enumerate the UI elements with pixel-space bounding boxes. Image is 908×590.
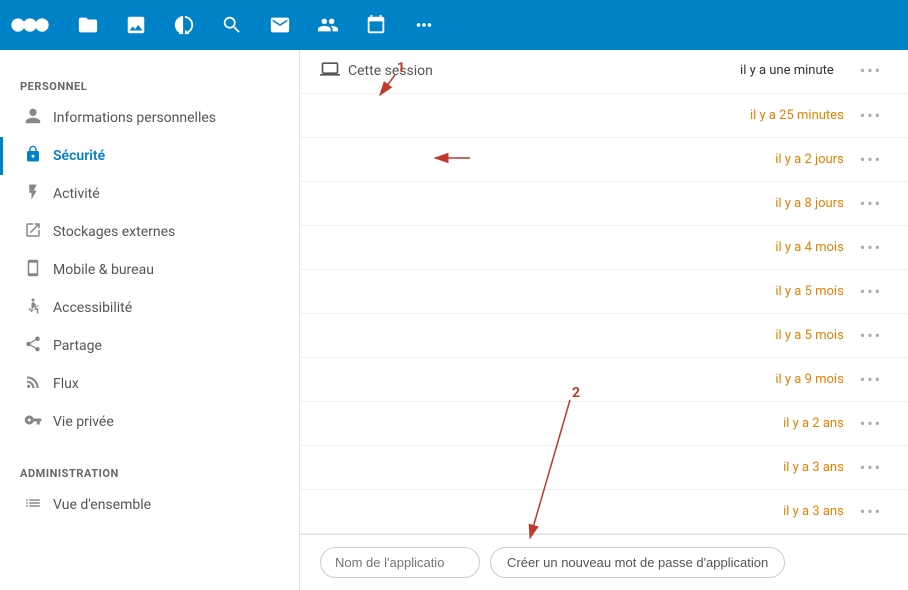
activity-icon[interactable] (164, 5, 204, 45)
sidebar-item-mobile[interactable]: Mobile & bureau (0, 251, 299, 289)
sidebar-label-mobile: Mobile & bureau (53, 262, 154, 278)
app-password-form: Créer un nouveau mot de passe d'applicat… (300, 534, 908, 590)
sidebar: Personnel Informations personnelles Sécu… (0, 50, 300, 590)
more-icon[interactable] (404, 5, 444, 45)
session-row: il y a 2 jours ••• (300, 138, 908, 182)
sidebar-item-activity[interactable]: Activité (0, 175, 299, 213)
lock-icon (23, 145, 43, 167)
session-time-5: il y a 5 mois (775, 284, 843, 299)
session-menu-9[interactable]: ••• (854, 456, 888, 479)
session-time-4: il y a 4 mois (775, 240, 843, 255)
monitor-icon (320, 59, 340, 83)
app-name-input[interactable] (320, 547, 480, 578)
sidebar-label-activity: Activité (53, 186, 100, 202)
session-list: Cette session il y a une minute ••• il y… (300, 50, 908, 534)
session-row: Cette session il y a une minute ••• (300, 50, 908, 94)
session-row: il y a 5 mois ••• (300, 270, 908, 314)
sidebar-item-sharing[interactable]: Partage (0, 327, 299, 365)
session-menu-10[interactable]: ••• (854, 500, 888, 523)
sidebar-label-sharing: Partage (53, 338, 102, 354)
sidebar-item-accessibility[interactable]: Accessibilité (0, 289, 299, 327)
session-row: il y a 3 ans ••• (300, 446, 908, 490)
session-time-9: il y a 3 ans (783, 460, 844, 475)
create-app-password-button[interactable]: Créer un nouveau mot de passe d'applicat… (490, 547, 785, 578)
session-time-2: il y a 2 jours (775, 152, 844, 167)
session-time-8: il y a 2 ans (783, 416, 844, 431)
files-icon[interactable] (68, 5, 108, 45)
sidebar-item-privacy[interactable]: Vie privée (0, 403, 299, 441)
sidebar-label-external-storage: Stockages externes (53, 224, 175, 240)
session-time-7: il y a 9 mois (775, 372, 843, 387)
privacy-icon (23, 411, 43, 433)
calendar-icon[interactable] (356, 5, 396, 45)
session-menu-2[interactable]: ••• (854, 148, 888, 171)
session-time-10: il y a 3 ans (783, 504, 844, 519)
content-area: Cette session il y a une minute ••• il y… (300, 50, 908, 590)
accessibility-icon (23, 297, 43, 319)
sidebar-item-external-storage[interactable]: Stockages externes (0, 213, 299, 251)
flash-icon (23, 183, 43, 205)
session-row: il y a 25 minutes ••• (300, 94, 908, 138)
sidebar-section-admin: Administration (0, 457, 299, 486)
session-menu-5[interactable]: ••• (854, 280, 888, 303)
sidebar-label-accessibility: Accessibilité (53, 300, 132, 316)
session-time-6: il y a 5 mois (775, 328, 843, 343)
sidebar-item-flux[interactable]: Flux (0, 365, 299, 403)
person-icon (23, 107, 43, 129)
mobile-icon (23, 259, 43, 281)
session-row: il y a 9 mois ••• (300, 358, 908, 402)
session-menu-3[interactable]: ••• (854, 192, 888, 215)
session-menu-1[interactable]: ••• (854, 104, 888, 127)
session-time-1: il y a 25 minutes (750, 108, 844, 123)
contacts-icon[interactable] (308, 5, 348, 45)
session-row: il y a 4 mois ••• (300, 226, 908, 270)
session-row: il y a 8 jours ••• (300, 182, 908, 226)
flux-icon (23, 373, 43, 395)
session-menu-0[interactable]: ••• (854, 59, 888, 82)
sidebar-item-personal-info[interactable]: Informations personnelles (0, 99, 299, 137)
session-menu-4[interactable]: ••• (854, 236, 888, 259)
session-row: il y a 5 mois ••• (300, 314, 908, 358)
top-nav (0, 0, 908, 50)
mail-icon[interactable] (260, 5, 300, 45)
current-session-label: Cette session (320, 59, 433, 83)
session-time-0: il y a une minute (740, 63, 834, 78)
session-time-3: il y a 8 jours (775, 196, 844, 211)
search-icon[interactable] (212, 5, 252, 45)
sidebar-label-personal-info: Informations personnelles (53, 110, 216, 126)
sidebar-label-privacy: Vie privée (53, 414, 114, 430)
app-logo (10, 13, 50, 37)
sidebar-section-personnel: Personnel (0, 70, 299, 99)
share-icon (23, 335, 43, 357)
session-row: il y a 3 ans ••• (300, 490, 908, 534)
sidebar-item-overview[interactable]: Vue d'ensemble (0, 486, 299, 524)
sidebar-label-overview: Vue d'ensemble (53, 497, 151, 513)
sidebar-item-security[interactable]: Sécurité (0, 137, 299, 175)
main-layout: Personnel Informations personnelles Sécu… (0, 50, 908, 590)
external-link-icon (23, 221, 43, 243)
sidebar-label-security: Sécurité (53, 148, 105, 164)
overview-icon (23, 494, 43, 516)
session-menu-7[interactable]: ••• (854, 368, 888, 391)
session-row: il y a 2 ans ••• (300, 402, 908, 446)
session-menu-6[interactable]: ••• (854, 324, 888, 347)
photos-icon[interactable] (116, 5, 156, 45)
sidebar-label-flux: Flux (53, 376, 79, 392)
current-session-text: Cette session (348, 63, 433, 79)
session-menu-8[interactable]: ••• (854, 412, 888, 435)
